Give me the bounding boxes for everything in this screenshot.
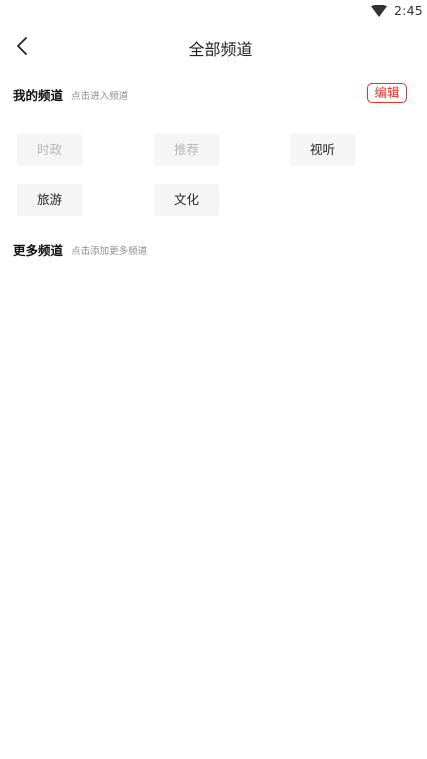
edit-button[interactable]: 编辑	[367, 83, 407, 103]
channel-chip-lvyou[interactable]: 旅游	[17, 184, 82, 216]
nav-bar: 全部频道	[0, 28, 427, 64]
status-bar: 2:45	[0, 0, 427, 24]
channel-chip-shizheng: 时政	[17, 134, 82, 166]
more-channels-title: 更多频道	[13, 243, 64, 258]
channel-chip-shiting[interactable]: 视听	[290, 134, 355, 166]
channel-chip-wenhua[interactable]: 文化	[154, 184, 219, 216]
more-channels-header: 更多频道 点击添加更多频道	[13, 239, 413, 259]
more-channels-hint: 点击添加更多频道	[71, 245, 148, 257]
my-channels-hint: 点击进入频道	[71, 90, 129, 102]
page-title: 全部频道	[188, 40, 253, 59]
my-channels-title: 我的频道	[13, 88, 64, 103]
channel-chip-tuijian: 推荐	[154, 134, 219, 166]
status-time: 2:45	[394, 3, 423, 18]
my-channels-header: 我的频道 点击进入频道	[13, 84, 413, 104]
wifi-icon	[371, 5, 387, 17]
